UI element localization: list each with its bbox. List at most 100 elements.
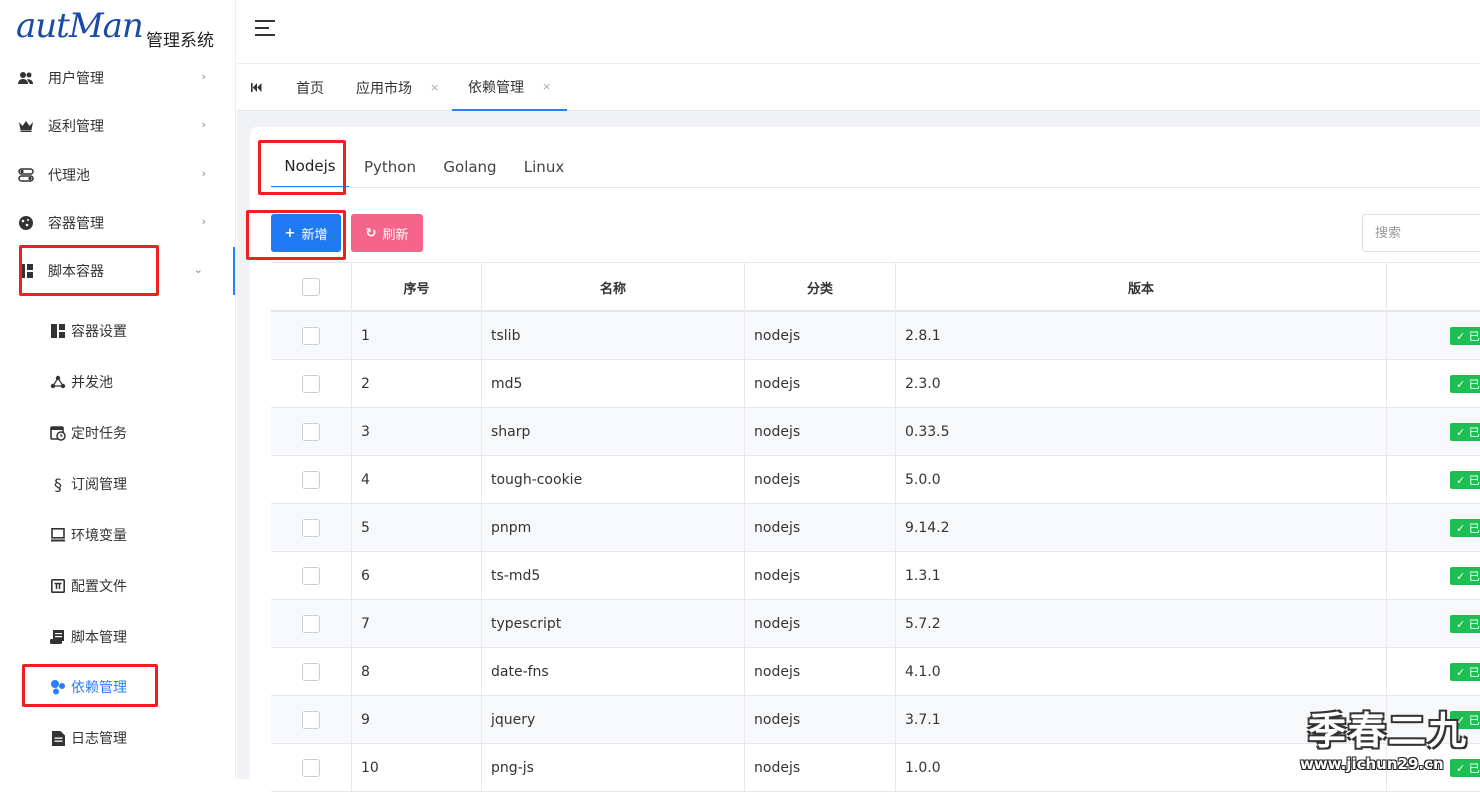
row-select-cell	[271, 552, 352, 600]
page-tabs-bar: 首页 应用市场 × 依赖管理 ×	[237, 64, 1480, 111]
sidebar-item-proxy-pool[interactable]: 代理池 ›	[0, 151, 235, 199]
table-row[interactable]: 5 pnpm nodejs 9.14.2 ✓ 已	[271, 504, 1480, 552]
table-row[interactable]: 3 sharp nodejs 0.33.5 ✓ 已	[271, 408, 1480, 456]
cookie-icon	[18, 215, 34, 231]
row-select-cell	[271, 504, 352, 552]
section-icon: §	[54, 474, 62, 494]
file-text-icon	[50, 730, 66, 746]
status-badge: ✓ 已	[1450, 519, 1480, 537]
row-checkbox[interactable]	[302, 663, 320, 681]
cell-index: 7	[352, 600, 482, 648]
cell-index: 1	[352, 312, 482, 360]
sidebar-subitem-label: 定时任务	[71, 426, 127, 442]
table-row[interactable]: 4 tough-cookie nodejs 5.0.0 ✓ 已	[271, 456, 1480, 504]
cell-category: nodejs	[745, 360, 896, 408]
close-icon[interactable]: ×	[430, 81, 439, 94]
status-badge: ✓ 已	[1450, 615, 1480, 633]
tab-scroll-left-icon[interactable]	[251, 64, 271, 111]
sidebar-subitem-script-manage[interactable]: 脚本管理	[0, 612, 235, 662]
row-select-cell	[271, 696, 352, 744]
refresh-button[interactable]: ↻ 刷新	[351, 214, 423, 252]
table-row[interactable]: 9 jquery nodejs 3.7.1 ✓ 已	[271, 696, 1480, 744]
sidebar-subitem-config-files[interactable]: 配置文件	[0, 561, 235, 611]
tab-dependencies[interactable]: 依赖管理 ×	[452, 64, 568, 111]
row-checkbox[interactable]	[302, 471, 320, 489]
row-checkbox[interactable]	[302, 375, 320, 393]
status-badge: ✓ 已	[1450, 423, 1480, 441]
pi-icon	[50, 578, 66, 594]
select-all-checkbox[interactable]	[302, 278, 320, 296]
tab-linux[interactable]: Linux	[514, 146, 574, 188]
sidebar: autMan 管理系统 用户管理 › 返利管理 › 代理池 › 容器管理 › 脚…	[0, 0, 236, 779]
cell-version: 9.14.2	[896, 504, 1387, 552]
crown-icon	[18, 118, 34, 134]
sidebar-subitem-env-vars[interactable]: 环境变量	[0, 510, 235, 560]
table-row[interactable]: 8 date-fns nodejs 4.1.0 ✓ 已	[271, 648, 1480, 696]
sidebar-subitem-subscriptions[interactable]: § 订阅管理	[0, 459, 235, 509]
table-row[interactable]: 7 typescript nodejs 5.7.2 ✓ 已	[271, 600, 1480, 648]
menu-toggle-icon[interactable]	[255, 20, 275, 36]
sidebar-subitem-label: 并发池	[71, 375, 113, 391]
table-row[interactable]: 6 ts-md5 nodejs 1.3.1 ✓ 已	[271, 552, 1480, 600]
row-select-cell	[271, 744, 352, 792]
search-input[interactable]	[1362, 214, 1480, 252]
row-checkbox[interactable]	[302, 327, 320, 345]
table-header: 序号 名称 分类 版本 状	[271, 262, 1480, 312]
tab-python[interactable]: Python	[355, 146, 425, 188]
monitor-icon	[50, 527, 66, 543]
row-checkbox[interactable]	[302, 567, 320, 585]
col-index[interactable]: 序号	[352, 263, 482, 311]
cell-index: 9	[352, 696, 482, 744]
sidebar-subitem-scheduled-tasks[interactable]: 定时任务	[0, 408, 235, 458]
col-category[interactable]: 分类	[745, 263, 896, 311]
layout-icon	[50, 323, 66, 339]
cell-name: ts-md5	[482, 552, 745, 600]
chevron-right-icon: ›	[201, 215, 206, 228]
sidebar-subitem-concurrency-pool[interactable]: 并发池	[0, 357, 235, 407]
sidebar-subitem-label: 环境变量	[71, 528, 127, 544]
sidebar-subitem-logs[interactable]: 日志管理	[0, 713, 235, 763]
row-checkbox[interactable]	[302, 759, 320, 777]
status-badge: ✓ 已	[1450, 375, 1480, 393]
calendar-clock-icon	[50, 425, 66, 441]
logo-text: autMan	[16, 6, 144, 46]
cell-index: 8	[352, 648, 482, 696]
row-checkbox[interactable]	[302, 423, 320, 441]
refresh-button-label: 刷新	[382, 227, 409, 243]
tab-app-market[interactable]: 应用市场 ×	[356, 64, 439, 111]
sidebar-item-label: 用户管理	[48, 71, 104, 87]
sidebar-item-container-manage[interactable]: 容器管理 ›	[0, 199, 235, 247]
row-checkbox[interactable]	[302, 711, 320, 729]
cell-name: typescript	[482, 600, 745, 648]
col-status[interactable]: 状	[1387, 263, 1480, 311]
row-select-cell	[271, 408, 352, 456]
table-row[interactable]: 2 md5 nodejs 2.3.0 ✓ 已	[271, 360, 1480, 408]
sidebar-item-users[interactable]: 用户管理 ›	[0, 54, 235, 102]
highlight-box-add-button	[246, 210, 346, 260]
tab-home[interactable]: 首页	[296, 64, 324, 111]
cell-name: sharp	[482, 408, 745, 456]
close-icon[interactable]: ×	[542, 80, 551, 93]
cell-name: pnpm	[482, 504, 745, 552]
row-checkbox[interactable]	[302, 615, 320, 633]
watermark: 季春二九 www.jichun29.cn	[1300, 700, 1480, 779]
sidebar-subitem-container-settings[interactable]: 容器设置	[0, 306, 235, 356]
tab-golang[interactable]: Golang	[435, 146, 505, 188]
tab-label: 应用市场	[356, 80, 412, 97]
cell-version: 1.3.1	[896, 552, 1387, 600]
sidebar-subitem-label: 订阅管理	[71, 477, 127, 493]
sidebar-item-rebate[interactable]: 返利管理 ›	[0, 102, 235, 150]
table-row[interactable]: 10 png-js nodejs 1.0.0 ✓ 已	[271, 744, 1480, 792]
cell-category: nodejs	[745, 696, 896, 744]
app-logo[interactable]: autMan 管理系统	[0, 0, 235, 62]
table-row[interactable]: 1 tslib nodejs 2.8.1 ✓ 已	[271, 312, 1480, 360]
col-version[interactable]: 版本	[896, 263, 1387, 311]
cell-index: 5	[352, 504, 482, 552]
sidebar-item-label: 返利管理	[48, 119, 104, 135]
app-title: 管理系统	[146, 31, 214, 51]
cell-version: 4.1.0	[896, 648, 1387, 696]
col-name[interactable]: 名称	[482, 263, 745, 311]
row-checkbox[interactable]	[302, 519, 320, 537]
cell-index: 2	[352, 360, 482, 408]
row-select-cell	[271, 360, 352, 408]
